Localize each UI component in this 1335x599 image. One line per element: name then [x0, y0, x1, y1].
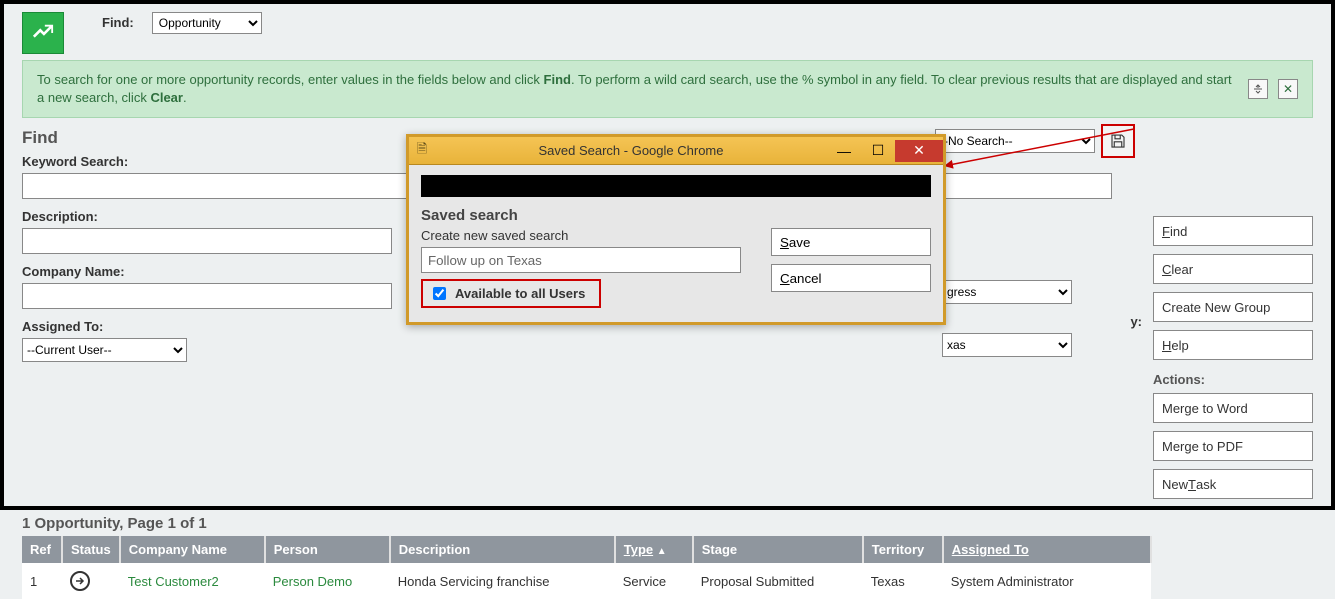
cell-stage: Proposal Submitted	[693, 563, 863, 599]
table-header-row: Ref Status Company Name Person Descripti…	[22, 536, 1151, 563]
info-banner: To search for one or more opportunity re…	[22, 60, 1313, 118]
col-territory[interactable]: Territory	[863, 536, 943, 563]
document-icon: 🗎	[409, 140, 435, 162]
col-company[interactable]: Company Name	[120, 536, 265, 563]
info-banner-text: To search for one or more opportunity re…	[37, 71, 1238, 107]
saved-search-select[interactable]: --No Search--	[935, 129, 1095, 153]
saved-search-name-input[interactable]	[421, 247, 741, 273]
col-assigned[interactable]: Assigned To	[943, 536, 1151, 563]
cell-company[interactable]: Test Customer2	[120, 563, 265, 599]
app-logo-icon	[22, 12, 64, 54]
save-search-icon	[1109, 132, 1127, 150]
col-stage[interactable]: Stage	[693, 536, 863, 563]
cell-type: Service	[615, 563, 693, 599]
popup-cancel-button[interactable]: Cancel	[771, 264, 931, 292]
status-arrow-icon	[70, 571, 90, 591]
stage-select[interactable]: gress	[942, 280, 1072, 304]
popup-title: Saved Search - Google Chrome	[435, 143, 827, 158]
cell-assigned: System Administrator	[943, 563, 1151, 599]
description-input[interactable]	[22, 228, 392, 254]
results-table: Ref Status Company Name Person Descripti…	[22, 536, 1152, 599]
stage-territory-group: gress y: xas	[942, 280, 1142, 367]
cell-person[interactable]: Person Demo	[265, 563, 390, 599]
window-maximize-button[interactable]: ☐	[861, 140, 895, 162]
banner-close-icon[interactable]: ✕	[1278, 79, 1298, 99]
side-actions: Find Clear Create New Group Help Actions…	[1153, 216, 1313, 507]
cell-ref: 1	[22, 563, 62, 599]
cell-desc: Honda Servicing franchise	[390, 563, 615, 599]
table-row[interactable]: 1 Test Customer2 Person Demo Honda Servi…	[22, 563, 1151, 599]
col-ref[interactable]: Ref	[22, 536, 62, 563]
find-entity-select[interactable]: Opportunity	[152, 12, 262, 34]
save-search-button[interactable]	[1101, 124, 1135, 158]
territory-label: y:	[942, 314, 1142, 329]
clear-button[interactable]: Clear	[1153, 254, 1313, 284]
available-all-users-checkbox[interactable]	[433, 287, 446, 300]
help-button[interactable]: Help	[1153, 330, 1313, 360]
territory-select[interactable]: xas	[942, 333, 1072, 357]
col-desc[interactable]: Description	[390, 536, 615, 563]
banner-collapse-icon[interactable]	[1248, 79, 1268, 99]
cell-territory: Texas	[863, 563, 943, 599]
cell-status	[62, 563, 120, 599]
popup-url-bar	[421, 175, 931, 197]
col-type[interactable]: Type ▲	[615, 536, 693, 563]
popup-titlebar[interactable]: 🗎 Saved Search - Google Chrome — ☐ ✕	[409, 137, 943, 165]
find-button[interactable]: Find	[1153, 216, 1313, 246]
merge-pdf-button[interactable]: Merge to PDF	[1153, 431, 1313, 461]
available-all-users-label: Available to all Users	[455, 286, 585, 301]
results-title: 1 Opportunity, Page 1 of 1	[22, 515, 1331, 532]
actions-label: Actions:	[1153, 372, 1313, 387]
company-input[interactable]	[22, 283, 392, 309]
popup-heading: Saved search	[421, 207, 931, 224]
merge-word-button[interactable]: Merge to Word	[1153, 393, 1313, 423]
find-label: Find:	[102, 12, 134, 30]
available-all-users-row[interactable]: Available to all Users	[421, 279, 601, 308]
assigned-select[interactable]: --Current User--	[22, 338, 187, 362]
col-person[interactable]: Person	[265, 536, 390, 563]
popup-save-button[interactable]: Save	[771, 228, 931, 256]
sort-asc-icon: ▲	[657, 546, 667, 557]
create-group-button[interactable]: Create New Group	[1153, 292, 1313, 322]
popup-subheading: Create new saved search	[421, 228, 741, 243]
saved-search-popup: 🗎 Saved Search - Google Chrome — ☐ ✕ Sav…	[406, 134, 946, 325]
window-close-button[interactable]: ✕	[895, 140, 943, 162]
window-minimize-button[interactable]: —	[827, 140, 861, 162]
top-bar: Find: Opportunity	[4, 4, 1331, 54]
new-task-button[interactable]: New Task	[1153, 469, 1313, 499]
col-status[interactable]: Status	[62, 536, 120, 563]
